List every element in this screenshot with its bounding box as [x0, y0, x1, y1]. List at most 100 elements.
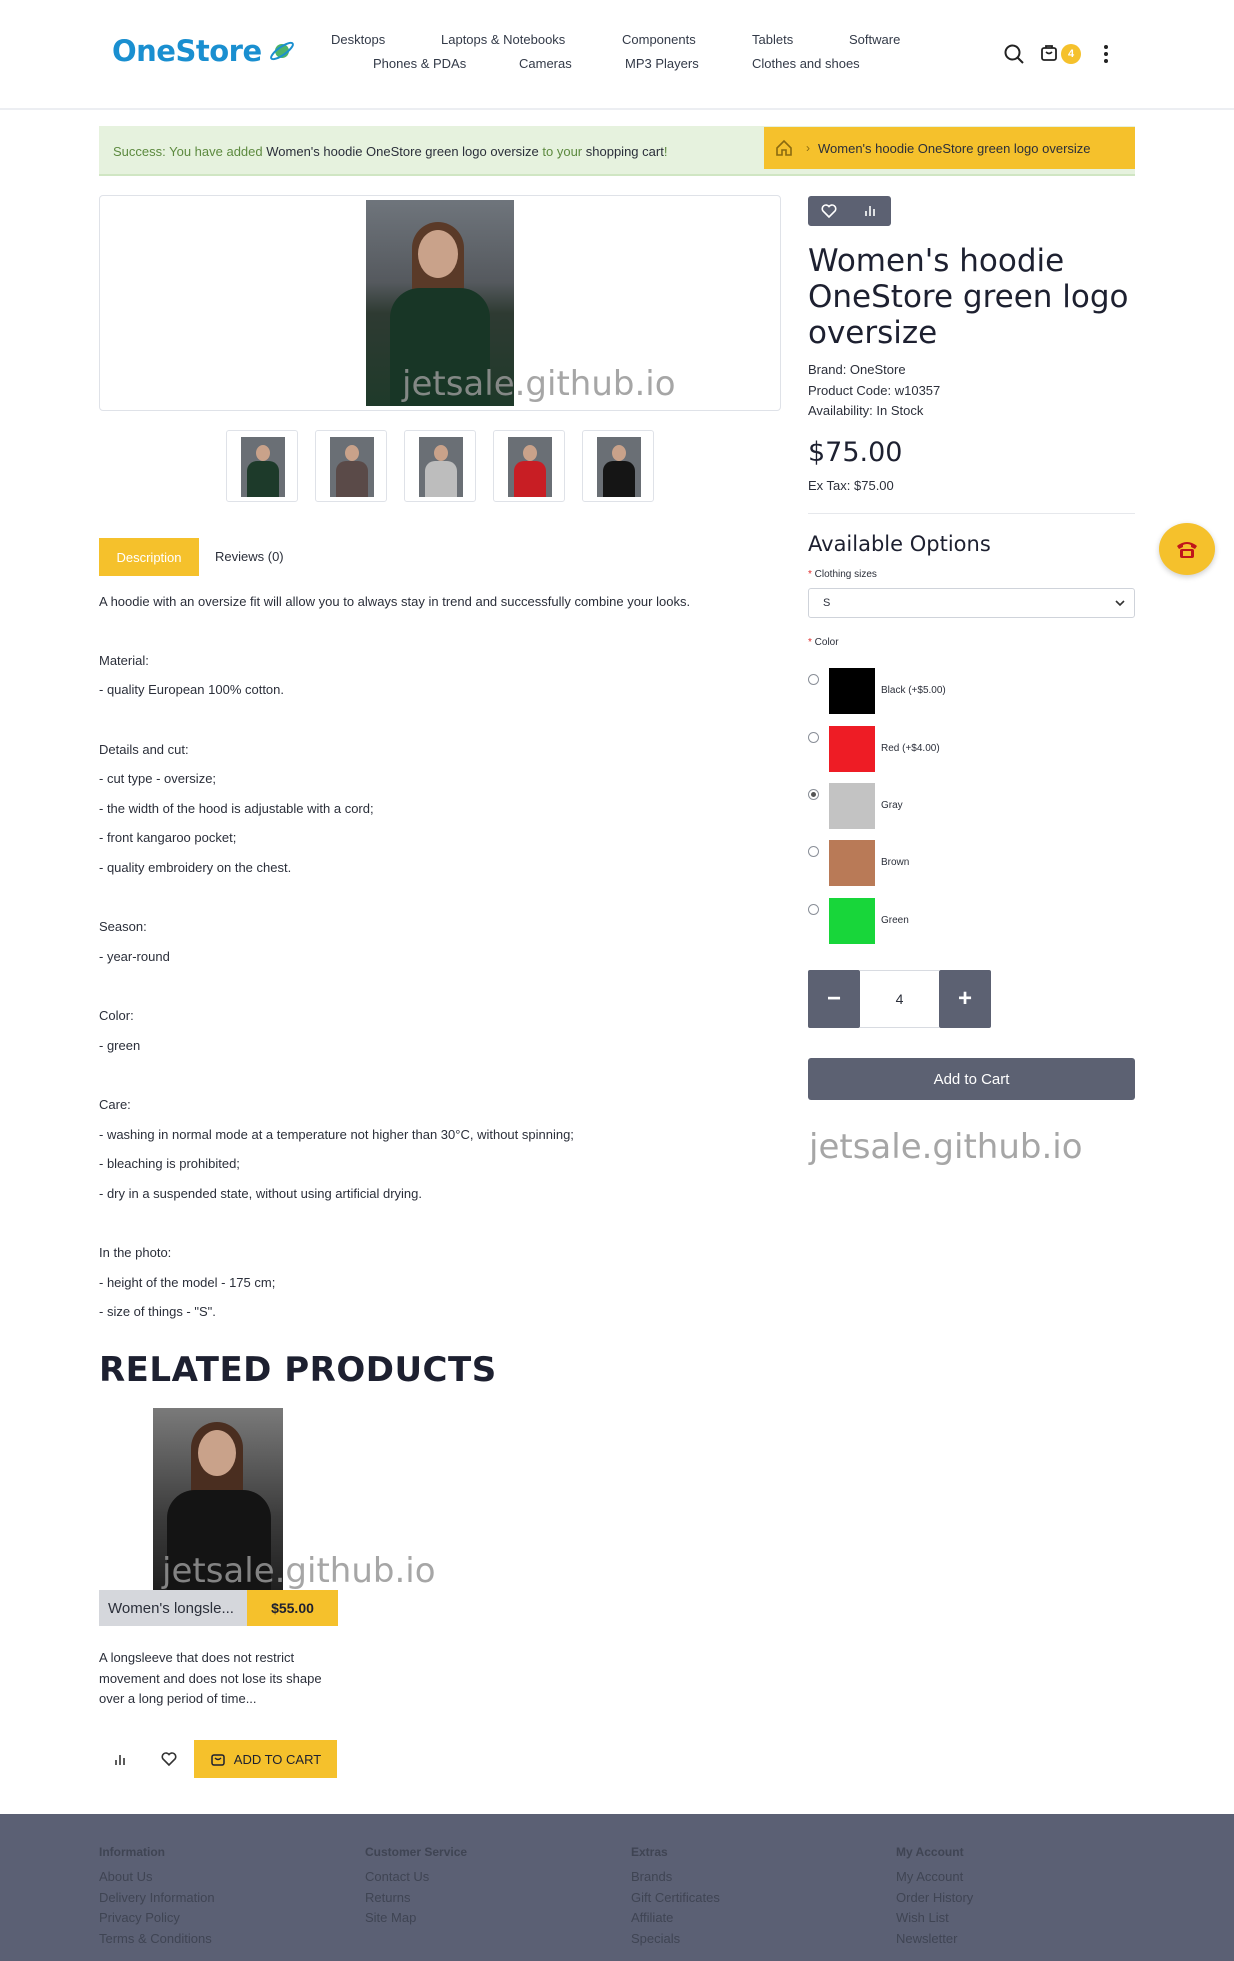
alert-product-link[interactable]: Women's hoodie OneStore green logo overs… — [266, 144, 539, 159]
footer-link[interactable]: Contact Us — [365, 1867, 467, 1888]
tab-reviews[interactable]: Reviews (0) — [215, 549, 284, 564]
footer-column-extras: Extras Brands Gift Certificates Affiliat… — [631, 1845, 720, 1949]
nav-laptops[interactable]: Laptops & Notebooks — [441, 32, 565, 47]
color-label: * Color — [808, 637, 839, 648]
product-title: Women's hoodie OneStore green logo overs… — [808, 243, 1129, 351]
thumbnail-gray[interactable] — [404, 430, 476, 502]
thumbnail-brown[interactable] — [315, 430, 387, 502]
color-radio[interactable] — [808, 732, 819, 743]
thumbnail-green[interactable] — [226, 430, 298, 502]
footer-link[interactable]: Newsletter — [896, 1929, 973, 1950]
quantity-minus-button[interactable]: − — [808, 970, 860, 1028]
footer-link[interactable]: Order History — [896, 1888, 973, 1909]
product-price: $75.00 — [808, 437, 903, 468]
footer-link[interactable]: Returns — [365, 1888, 467, 1909]
add-to-cart-button[interactable]: Add to Cart — [808, 1058, 1135, 1100]
wishlist-heart-icon[interactable] — [820, 202, 838, 225]
home-icon[interactable] — [774, 138, 794, 158]
quantity-input[interactable]: 4 — [860, 970, 939, 1028]
nav-cameras[interactable]: Cameras — [519, 56, 572, 71]
success-alert: Success: You have added Women's hoodie O… — [99, 126, 1135, 176]
compare-chart-icon[interactable] — [111, 1750, 129, 1768]
call-button[interactable] — [1159, 523, 1215, 575]
wishlist-heart-icon[interactable] — [160, 1750, 178, 1768]
color-option-red[interactable]: Red (+$4.00) — [808, 726, 1028, 772]
chevron-right-icon: › — [806, 141, 810, 155]
thumbnail-black[interactable] — [582, 430, 654, 502]
product-action-buttons — [808, 196, 891, 226]
footer-link[interactable]: Privacy Policy — [99, 1908, 215, 1929]
footer-link[interactable]: Gift Certificates — [631, 1888, 720, 1909]
size-label: * Clothing sizes — [808, 569, 877, 580]
desc-line: Material: — [99, 653, 149, 668]
watermark: jetsale.github.io — [809, 1127, 1083, 1167]
desc-line: Details and cut: — [99, 742, 189, 757]
desc-line: - washing in normal mode at a temperatur… — [99, 1127, 574, 1142]
footer-link[interactable]: About Us — [99, 1867, 215, 1888]
footer-link[interactable]: Site Map — [365, 1908, 467, 1929]
nav-desktops[interactable]: Desktops — [331, 32, 385, 47]
nav-tablets[interactable]: Tablets — [752, 32, 793, 47]
planet-logo-icon — [269, 41, 294, 61]
related-add-to-cart-button[interactable]: ADD TO CART — [194, 1740, 337, 1778]
color-option-gray[interactable]: Gray — [808, 783, 1028, 829]
desc-line: Season: — [99, 919, 147, 934]
footer-link[interactable]: Brands — [631, 1867, 720, 1888]
footer-column-my-account: My Account My Account Order History Wish… — [896, 1845, 973, 1949]
nav-software[interactable]: Software — [849, 32, 900, 47]
nav-components[interactable]: Components — [622, 32, 696, 47]
footer-link[interactable]: Specials — [631, 1929, 720, 1950]
footer-link[interactable]: Affiliate — [631, 1908, 720, 1929]
quantity-stepper: − 4 + — [808, 970, 991, 1028]
footer-link[interactable]: Wish List — [896, 1908, 973, 1929]
main-nav: Desktops Laptops & Notebooks Components … — [316, 26, 936, 78]
desc-line: - size of things - "S". — [99, 1304, 216, 1319]
color-swatch[interactable] — [829, 898, 875, 944]
footer-link[interactable]: Delivery Information — [99, 1888, 215, 1909]
nav-clothes[interactable]: Clothes and shoes — [752, 56, 860, 71]
color-radio-selected[interactable] — [808, 789, 819, 800]
color-swatch[interactable] — [829, 668, 875, 714]
desc-line: - quality European 100% cotton. — [99, 682, 285, 697]
color-swatch[interactable] — [829, 726, 875, 772]
color-swatch[interactable] — [829, 840, 875, 886]
color-option-black[interactable]: Black (+$5.00) — [808, 668, 1028, 714]
desc-line: - height of the model - 175 cm; — [99, 1275, 276, 1290]
desc-line: In the photo: — [99, 1245, 172, 1260]
footer-column-customer-service: Customer Service Contact Us Returns Site… — [365, 1845, 467, 1929]
color-swatch[interactable] — [829, 783, 875, 829]
desc-line: - quality embroidery on the chest. — [99, 860, 292, 875]
site-logo[interactable]: OneStore — [112, 34, 296, 68]
cart-count-badge: 4 — [1061, 44, 1081, 64]
color-option-green[interactable]: Green — [808, 898, 1028, 944]
cart-icon[interactable] — [1039, 43, 1059, 63]
more-menu-icon[interactable] — [1103, 43, 1109, 65]
color-radio[interactable] — [808, 904, 819, 915]
main-product-image-frame[interactable]: jetsale.github.io — [99, 195, 781, 411]
product-availability: Availability: In Stock — [808, 403, 924, 418]
color-radio[interactable] — [808, 846, 819, 857]
desc-line: - cut type - oversize; — [99, 771, 217, 786]
desc-line: A hoodie with an oversize fit will allow… — [99, 594, 691, 609]
alert-message: Success: You have added Women's hoodie O… — [113, 144, 668, 159]
desc-line: Color: — [99, 1008, 134, 1023]
nav-mp3[interactable]: MP3 Players — [625, 56, 699, 71]
color-option-brown[interactable]: Brown — [808, 840, 1028, 886]
options-title: Available Options — [808, 532, 991, 556]
watermark: jetsale.github.io — [162, 1551, 436, 1591]
breadcrumb: › Women's hoodie OneStore green logo ove… — [764, 127, 1135, 169]
search-icon[interactable] — [1003, 43, 1025, 65]
compare-chart-icon[interactable] — [861, 202, 879, 225]
tab-description[interactable]: Description — [99, 538, 199, 576]
size-select[interactable]: S — [808, 588, 1135, 618]
quantity-plus-button[interactable]: + — [939, 970, 991, 1028]
nav-phones[interactable]: Phones & PDAs — [373, 56, 466, 71]
product-ex-tax: Ex Tax: $75.00 — [808, 478, 894, 493]
related-product-name[interactable]: Women's longsle... — [99, 1590, 247, 1626]
thumbnail-red[interactable] — [493, 430, 565, 502]
color-radio[interactable] — [808, 674, 819, 685]
alert-cart-link[interactable]: shopping cart — [586, 144, 664, 159]
breadcrumb-current[interactable]: Women's hoodie OneStore green logo overs… — [818, 141, 1091, 156]
footer-link[interactable]: Terms & Conditions — [99, 1929, 215, 1950]
footer-link[interactable]: My Account — [896, 1867, 973, 1888]
